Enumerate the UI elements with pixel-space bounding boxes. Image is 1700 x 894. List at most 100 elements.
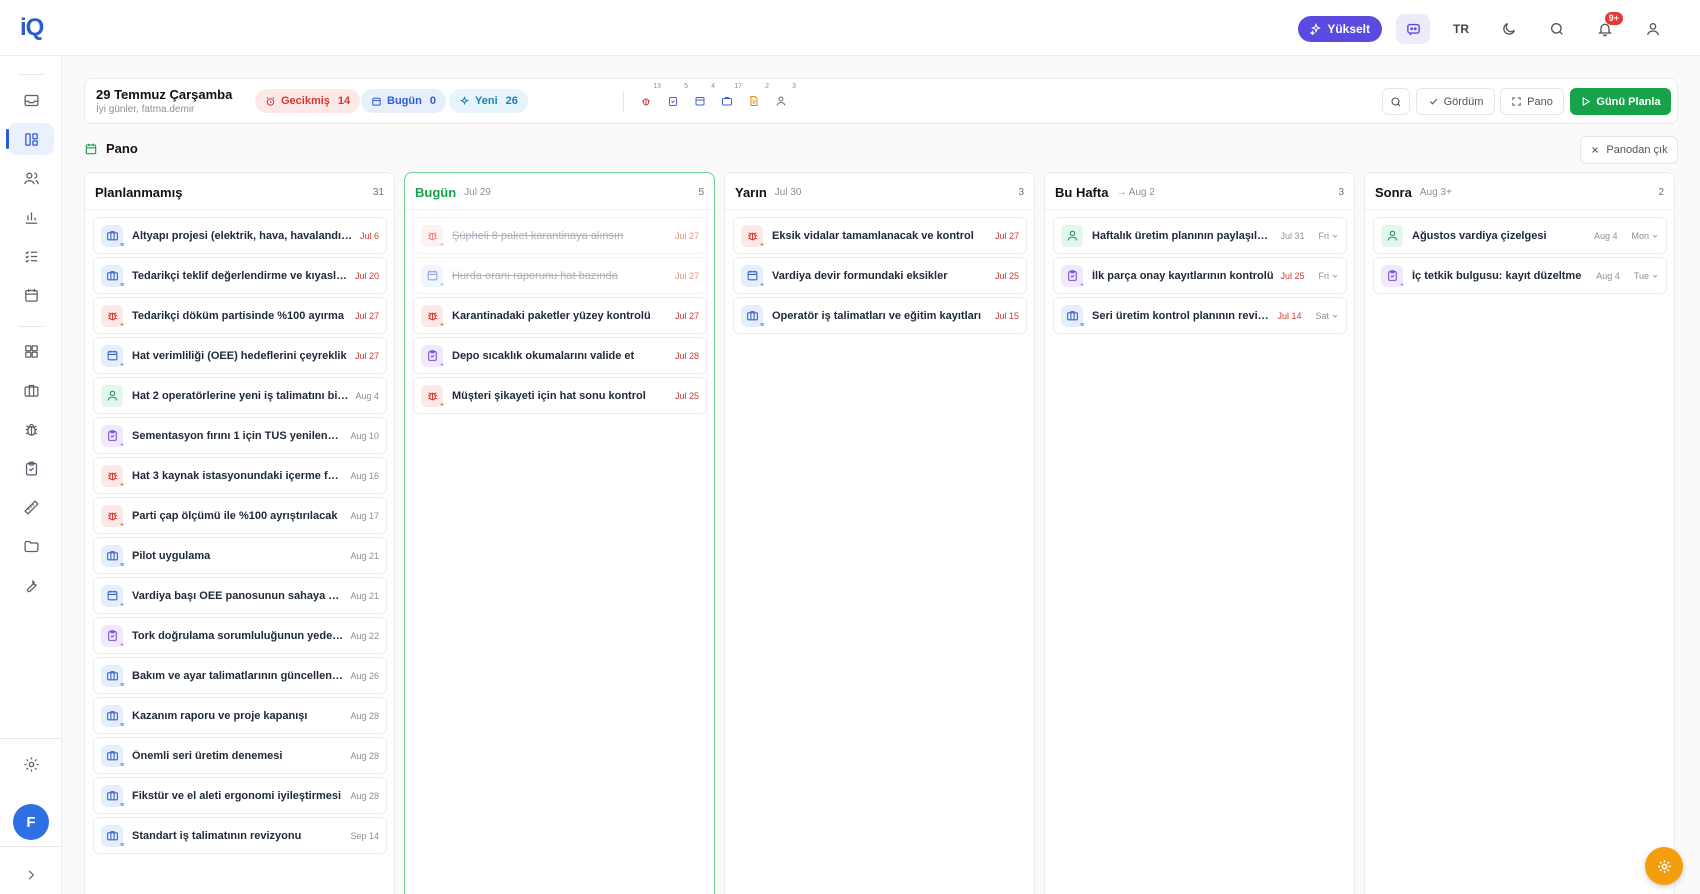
task-card[interactable]: + Karantinadaki paketler yüzey kontrolü Ju… — [413, 297, 707, 334]
notifications-button[interactable]: 9+ — [1588, 12, 1623, 44]
board-button[interactable]: Pano — [1500, 88, 1564, 115]
task-due-date: Aug 4 — [1596, 270, 1620, 281]
task-card[interactable]: + Şüpheli 8 paket karantinaya alınsın Jul … — [413, 217, 707, 254]
app-logo[interactable]: iQ — [20, 14, 44, 42]
task-title: Önemli seri üretim denemesi — [132, 749, 283, 762]
chip-new[interactable]: Yeni 26 — [449, 89, 528, 113]
sidebar-expand-button[interactable] — [8, 862, 54, 888]
task-card[interactable]: ≡ Kazanım raporu ve proje kapanışı Aug 28 — [93, 697, 387, 734]
chip-today[interactable]: Bugün 0 — [361, 89, 446, 113]
theme-toggle[interactable] — [1492, 14, 1526, 44]
task-card[interactable]: ≡ Pilot uygulama Aug 21 — [93, 537, 387, 574]
task-card[interactable]: Haftalık üretim planının paylaşılması Jul… — [1053, 217, 1347, 254]
task-card[interactable]: + Tork doğrulama sorumluluğunun yedeklenm… — [93, 617, 387, 654]
task-card[interactable]: ≡ Bakım ve ayar talimatlarının güncellenm… — [93, 657, 387, 694]
sidebar-item-maintenance[interactable] — [8, 569, 54, 601]
profile-button[interactable] — [1636, 14, 1670, 44]
task-card[interactable]: + İç tetkik bulgusu: kayıt düzeltme Aug 4 T… — [1373, 257, 1667, 294]
sidebar-item-measurements[interactable] — [8, 491, 54, 523]
task-title: Bakım ve ayar talimatlarının güncellenme… — [132, 669, 345, 682]
task-card[interactable]: + Müşteri şikayeti için hat sonu kontrol J… — [413, 377, 707, 414]
column-date: Jul 30 — [774, 186, 802, 198]
language-switch[interactable]: TR — [1444, 22, 1478, 36]
sidebar-item-projects[interactable] — [8, 374, 54, 406]
sidebar-item-inbox[interactable] — [8, 84, 54, 116]
board-title: Pano — [84, 141, 138, 156]
chip-overdue[interactable]: Gecikmiş 14 — [255, 89, 361, 113]
seen-button[interactable]: Gördüm — [1416, 88, 1495, 115]
task-due-date: Aug 28 — [350, 710, 379, 721]
calendar-icon: + — [421, 264, 444, 289]
task-card[interactable]: + Parti çap ölçümü ile %100 ayrıştırılaca… — [93, 497, 387, 534]
task-card[interactable]: + Vardiya başı OEE panosunun sahaya konul… — [93, 577, 387, 614]
task-card[interactable]: ≡ Altyapı projesi (elektrik, hava, havala… — [93, 217, 387, 254]
task-card[interactable]: ≡ Seri üretim kontrol planının revizyonu J… — [1053, 297, 1347, 334]
search-button[interactable] — [1540, 14, 1574, 44]
column-title: Bugün — [415, 184, 457, 200]
task-card[interactable]: + Eksik vidalar tamamlanacak ve kontrol Ju… — [733, 217, 1027, 254]
clipboard-icon: + — [101, 624, 124, 649]
column-date: Aug 3+ — [1419, 186, 1452, 198]
day-select[interactable]: Mon — [1631, 231, 1659, 241]
task-card[interactable]: + Hat verimliliği (OEE) hedeflerini çeyre… — [93, 337, 387, 374]
sidebar-item-modules[interactable] — [8, 335, 54, 367]
filter-projects[interactable]: 17 — [716, 83, 742, 113]
task-title: Hat verimliliği (OEE) hedeflerini çeyrek… — [132, 349, 347, 362]
filter-audits[interactable]: 5 — [662, 83, 688, 113]
folder-icon — [23, 540, 39, 552]
task-card[interactable]: Hat 2 operatörlerine yeni iş talimatını … — [93, 377, 387, 414]
task-card[interactable]: ≡ Tedarikçi teklif değerlendirme ve kıyas… — [93, 257, 387, 294]
task-due-date: Jul 25 — [674, 390, 699, 401]
sidebar-item-board[interactable] — [6, 123, 54, 155]
filter-meetings[interactable]: 4 — [689, 83, 715, 113]
bug-icon: + — [101, 304, 124, 329]
avatar[interactable]: F — [13, 804, 49, 840]
sidebar-item-documents[interactable] — [8, 530, 54, 562]
task-title: İlk parça onay kayıtlarının kontrolü — [1092, 269, 1274, 282]
task-card[interactable]: + Hurda oranı raporunu hat bazında Jul 27 — [413, 257, 707, 294]
sidebar-item-issues[interactable] — [8, 413, 54, 445]
task-card[interactable]: + Hat 3 kaynak istasyonundaki içerme faal… — [93, 457, 387, 494]
task-due-date: Aug 21 — [350, 550, 379, 561]
sidebar-item-audits[interactable] — [8, 452, 54, 484]
filter-people[interactable]: 3 — [770, 83, 796, 113]
header-date: 29 Temmuz Çarşamba — [96, 87, 233, 102]
task-due-date: Aug 16 — [350, 470, 379, 481]
task-card[interactable]: + Vardiya devir formundaki eksikler Jul 25 — [733, 257, 1027, 294]
filter-issues-count: 13 — [653, 83, 661, 90]
filter-projects-count: 17 — [734, 83, 742, 90]
task-card[interactable]: ≡ Önemli seri üretim denemesi Aug 28 — [93, 737, 387, 774]
task-card[interactable]: ≡ Fikstür ve el aleti ergonomi iyileştirm… — [93, 777, 387, 814]
day-select[interactable]: Sat — [1315, 311, 1339, 321]
sidebar-item-team[interactable] — [8, 162, 54, 194]
plan-day-button[interactable]: Günü Planla — [1570, 88, 1671, 115]
column-header: Planlanmamış 31 — [95, 181, 384, 203]
calendar-board-icon — [85, 143, 97, 154]
task-card[interactable]: + İlk parça onay kayıtlarının kontrolü Jul… — [1053, 257, 1347, 294]
assistant-button[interactable] — [1396, 14, 1430, 44]
sidebar-item-calendar[interactable] — [8, 279, 54, 311]
filter-documents[interactable]: 2 — [743, 83, 769, 113]
task-card[interactable]: + Depo sıcaklık okumalarını valide et Jul … — [413, 337, 707, 374]
file-icon — [750, 96, 758, 106]
task-card[interactable]: ≡ Operatör iş talimatları ve eğitim kayıt… — [733, 297, 1027, 334]
day-select[interactable]: Tue — [1634, 271, 1659, 281]
bot-chat-icon — [1406, 23, 1420, 36]
task-card[interactable]: Ağustos vardiya çizelgesi Aug 4 Mon — [1373, 217, 1667, 254]
header-search-button[interactable] — [1382, 88, 1410, 115]
upgrade-button[interactable]: Yükselt — [1298, 16, 1382, 42]
task-title: Haftalık üretim planının paylaşılması — [1092, 229, 1275, 242]
day-select[interactable]: Fri — [1319, 231, 1340, 241]
floating-settings-button[interactable] — [1645, 847, 1683, 885]
task-card[interactable]: ≡ Standart iş talimatının revizyonu Sep 14 — [93, 817, 387, 854]
sidebar-item-reports[interactable] — [8, 201, 54, 233]
task-title: Eksik vidalar tamamlanacak ve kontrol — [772, 229, 974, 242]
filter-issues[interactable]: 13 — [635, 83, 661, 113]
sidebar-item-settings[interactable] — [8, 748, 54, 780]
exit-board-button[interactable]: Panodan çık — [1580, 136, 1678, 164]
task-card[interactable]: + Tedarikçi döküm partisinde %100 ayırma J… — [93, 297, 387, 334]
sidebar-item-tasks[interactable] — [8, 240, 54, 272]
column-count: 3 — [1018, 186, 1024, 198]
task-card[interactable]: + Sementasyon fırını 1 için TUS yenilenme… — [93, 417, 387, 454]
day-select[interactable]: Fri — [1319, 271, 1340, 281]
